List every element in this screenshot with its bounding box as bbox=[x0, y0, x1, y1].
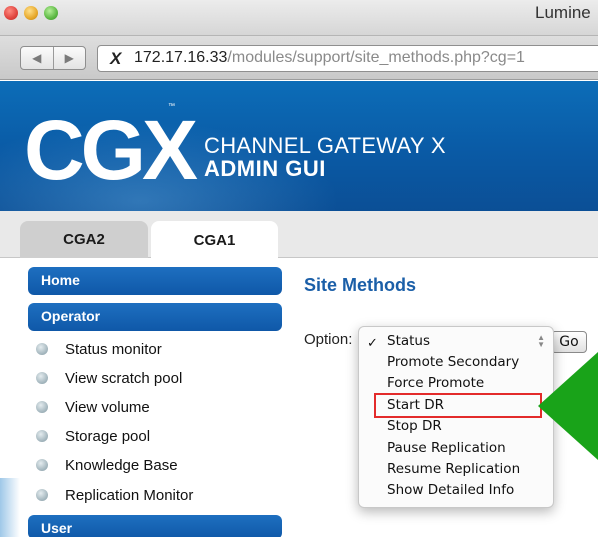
sidebar-home-link[interactable]: Home bbox=[28, 267, 282, 295]
sidebar-item-label: Knowledge Base bbox=[65, 456, 178, 474]
menu-item-show-detailed-info[interactable]: Show Detailed Info bbox=[387, 482, 514, 498]
sidebar-item-replication-monitor[interactable]: Replication Monitor bbox=[36, 483, 193, 507]
menu-item-promote-secondary[interactable]: Promote Secondary bbox=[387, 354, 519, 370]
nav-buttons: ◀ ▶ bbox=[20, 46, 86, 70]
back-button[interactable]: ◀ bbox=[21, 47, 53, 69]
sidebar-edge-shade bbox=[0, 478, 20, 537]
green-pointer-arrow bbox=[538, 352, 598, 460]
sidebar-section-operator[interactable]: Operator bbox=[28, 303, 282, 331]
minimize-window-button[interactable] bbox=[24, 6, 38, 20]
menu-item-resume-replication[interactable]: Resume Replication bbox=[387, 461, 520, 477]
menu-item-force-promote[interactable]: Force Promote bbox=[387, 375, 484, 391]
window-titlebar: Lumine bbox=[0, 0, 598, 36]
sidebar-item-view-volume[interactable]: View volume bbox=[36, 395, 150, 419]
page-title: Site Methods bbox=[304, 275, 417, 295]
sidebar-item-label: Storage pool bbox=[65, 427, 151, 445]
address-text[interactable]: 172.17.16.33/modules/support/site_method… bbox=[134, 49, 525, 67]
bullet-icon bbox=[36, 372, 48, 384]
checkmark-icon: ✓ bbox=[367, 335, 378, 350]
option-label: Option: bbox=[304, 331, 353, 348]
window-title: Lumine bbox=[535, 3, 591, 22]
logo-text: CGX bbox=[24, 103, 198, 197]
tab-cga2[interactable]: CGA2 bbox=[20, 221, 148, 258]
sidebar-item-status-monitor[interactable]: Status monitor bbox=[36, 337, 162, 361]
bullet-icon bbox=[36, 430, 48, 442]
cgx-logo: CGX bbox=[24, 103, 202, 197]
bullet-icon bbox=[36, 489, 48, 501]
sidebar-item-label: Status monitor bbox=[65, 340, 162, 358]
url-path: /modules/support/site_methods.php?cg=1 bbox=[227, 49, 525, 66]
sidebar-item-label: Replication Monitor bbox=[65, 486, 194, 504]
tab-strip: CGA2 CGA1 bbox=[0, 211, 598, 259]
banner-line1: CHANNEL GATEWAY X bbox=[204, 133, 446, 158]
trademark-mark: ™ bbox=[168, 103, 175, 110]
zoom-window-button[interactable] bbox=[44, 6, 58, 20]
go-button[interactable]: Go bbox=[551, 331, 587, 353]
sidebar-item-label: View scratch pool bbox=[65, 369, 183, 387]
browser-toolbar: ◀ ▶ X 172.17.16.33/modules/support/site_… bbox=[0, 36, 598, 80]
forward-button[interactable]: ▶ bbox=[52, 47, 86, 69]
address-bar[interactable]: X 172.17.16.33/modules/support/site_meth… bbox=[97, 45, 598, 72]
menu-item-stop-dr[interactable]: Stop DR bbox=[387, 418, 442, 434]
bullet-icon bbox=[36, 343, 48, 355]
start-dr-highlight-box bbox=[374, 393, 542, 418]
banner-tagline: CHANNEL GATEWAY X ADMIN GUI bbox=[204, 134, 446, 180]
sidebar-item-view-scratch-pool[interactable]: View scratch pool bbox=[36, 366, 182, 390]
tab-cga1[interactable]: CGA1 bbox=[151, 221, 278, 259]
close-window-button[interactable] bbox=[4, 6, 18, 20]
select-arrows-icon: ▲ ▼ bbox=[537, 333, 545, 349]
bullet-icon bbox=[36, 459, 48, 471]
menu-item-status[interactable]: Status bbox=[387, 333, 430, 349]
banner-line2: ADMIN GUI bbox=[204, 156, 326, 181]
url-host: 172.17.16.33 bbox=[134, 49, 228, 66]
bullet-icon bbox=[36, 401, 48, 413]
sidebar-item-storage-pool[interactable]: Storage pool bbox=[36, 424, 150, 448]
sidebar-section-user[interactable]: User bbox=[28, 515, 282, 537]
sidebar-item-knowledge-base[interactable]: Knowledge Base bbox=[36, 453, 178, 477]
menu-item-pause-replication[interactable]: Pause Replication bbox=[387, 440, 506, 456]
sidebar-item-label: View volume bbox=[65, 398, 150, 416]
site-favicon-icon: X bbox=[110, 49, 122, 68]
